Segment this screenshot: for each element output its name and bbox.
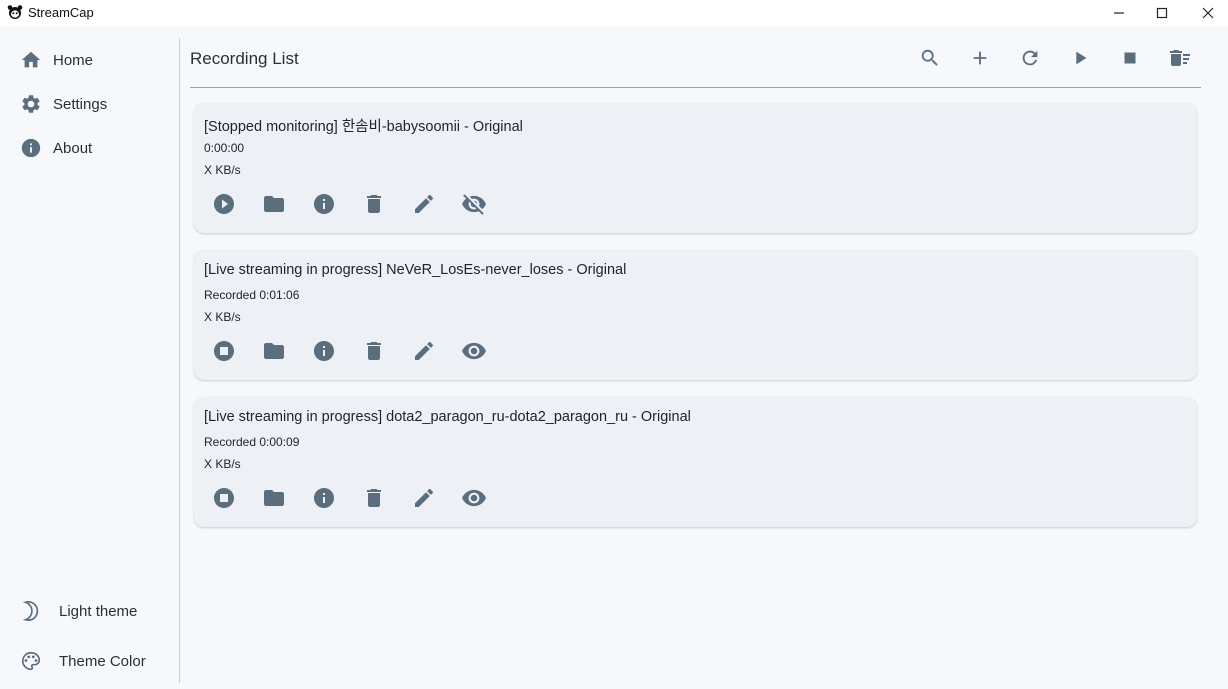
- folder-icon: [262, 339, 286, 363]
- recording-card: [Stopped monitoring] 한솜비-babysoomii - Or…: [194, 103, 1197, 233]
- sidebar-item-about[interactable]: About: [0, 128, 178, 168]
- stop-icon: [1119, 47, 1141, 69]
- recording-title: [Stopped monitoring] 한솜비-babysoomii - Or…: [204, 119, 523, 135]
- recording-speed: X KB/s: [204, 310, 241, 324]
- delete-recording-button[interactable]: [359, 336, 389, 366]
- palette-icon: [20, 650, 42, 672]
- start-recording-button[interactable]: [209, 189, 239, 219]
- main-content: Recording List [Stopped monitoring] 한솜비-…: [190, 26, 1202, 689]
- search-icon: [919, 47, 941, 69]
- theme-toggle-label: Light theme: [59, 602, 138, 620]
- edit-recording-button[interactable]: [409, 336, 439, 366]
- sidebar-divider: [179, 38, 180, 683]
- delete-recording-button[interactable]: [359, 483, 389, 513]
- moon-icon: [20, 600, 42, 622]
- stop-circle-icon: [212, 486, 236, 510]
- recording-title: [Live streaming in progress] dota2_parag…: [204, 409, 691, 425]
- pencil-icon: [412, 486, 436, 510]
- start-all-button[interactable]: [1066, 44, 1094, 72]
- edit-recording-button[interactable]: [409, 189, 439, 219]
- recording-duration: 0:00:00: [204, 141, 245, 155]
- recording-info-button[interactable]: [309, 336, 339, 366]
- theme-color-button[interactable]: Theme Color: [0, 641, 178, 681]
- recording-duration: Recorded 0:00:09: [204, 435, 300, 449]
- recording-speed: X KB/s: [204, 163, 241, 177]
- stop-all-button[interactable]: [1116, 44, 1144, 72]
- info-icon: [312, 192, 336, 216]
- stop-recording-button[interactable]: [209, 336, 239, 366]
- eye-icon: [461, 338, 487, 364]
- maximize-button[interactable]: [1139, 0, 1185, 26]
- stop-recording-button[interactable]: [209, 483, 239, 513]
- toggle-visibility-button[interactable]: [459, 336, 489, 366]
- refresh-icon: [1019, 47, 1041, 69]
- toggle-visibility-button[interactable]: [459, 189, 489, 219]
- header-divider: [190, 87, 1201, 88]
- folder-icon: [262, 192, 286, 216]
- stop-circle-icon: [212, 339, 236, 363]
- pencil-icon: [412, 339, 436, 363]
- sidebar-item-home[interactable]: Home: [0, 40, 178, 80]
- open-folder-button[interactable]: [259, 336, 289, 366]
- recording-info-button[interactable]: [309, 189, 339, 219]
- delete-recording-button[interactable]: [359, 189, 389, 219]
- edit-recording-button[interactable]: [409, 483, 439, 513]
- sidebar-item-label: Home: [53, 51, 94, 69]
- theme-color-label: Theme Color: [59, 652, 146, 670]
- sidebar-item-settings[interactable]: Settings: [0, 84, 178, 124]
- eye-off-icon: [461, 191, 487, 217]
- app-title: StreamCap: [28, 5, 94, 20]
- pencil-icon: [412, 192, 436, 216]
- recording-info-button[interactable]: [309, 483, 339, 513]
- close-window-button[interactable]: [1185, 0, 1228, 26]
- play-circle-icon: [212, 192, 236, 216]
- gear-icon: [20, 93, 42, 115]
- info-icon: [312, 486, 336, 510]
- play-icon: [1069, 47, 1091, 69]
- search-button[interactable]: [916, 44, 944, 72]
- recording-card: [Live streaming in progress] NeVeR_LosEs…: [194, 250, 1197, 380]
- delete-all-button[interactable]: [1166, 44, 1194, 72]
- trash-icon: [362, 192, 386, 216]
- add-button[interactable]: [966, 44, 994, 72]
- eye-icon: [461, 485, 487, 511]
- open-folder-button[interactable]: [259, 483, 289, 513]
- sidebar: Home Settings About Light theme Theme Co…: [0, 26, 180, 689]
- info-icon: [312, 339, 336, 363]
- recording-duration: Recorded 0:01:06: [204, 288, 300, 302]
- info-icon: [20, 137, 42, 159]
- theme-toggle[interactable]: Light theme: [0, 591, 178, 631]
- refresh-button[interactable]: [1016, 44, 1044, 72]
- minimize-button[interactable]: [1096, 0, 1142, 26]
- toggle-visibility-button[interactable]: [459, 483, 489, 513]
- page-title: Recording List: [190, 49, 299, 68]
- home-icon: [20, 49, 42, 71]
- title-bar: StreamCap: [0, 0, 1228, 26]
- trash-icon: [362, 339, 386, 363]
- sidebar-item-label: Settings: [53, 95, 108, 113]
- delete-sweep-icon: [1168, 46, 1192, 70]
- sidebar-item-label: About: [53, 139, 93, 157]
- trash-icon: [362, 486, 386, 510]
- open-folder-button[interactable]: [259, 189, 289, 219]
- panda-app-icon: [7, 4, 23, 20]
- recording-speed: X KB/s: [204, 457, 241, 471]
- folder-icon: [262, 486, 286, 510]
- recording-card: [Live streaming in progress] dota2_parag…: [194, 397, 1197, 527]
- recording-title: [Live streaming in progress] NeVeR_LosEs…: [204, 262, 627, 278]
- add-icon: [969, 47, 991, 69]
